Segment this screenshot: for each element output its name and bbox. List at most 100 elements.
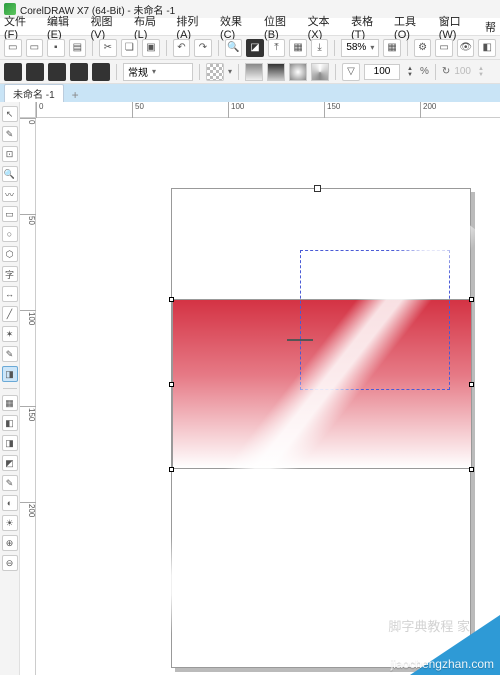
menu-layout[interactable]: 布局(L) (134, 13, 166, 41)
shape-tool[interactable]: ✎ (2, 126, 18, 142)
export-button[interactable]: ⤒ (268, 39, 286, 57)
dimension-tool[interactable]: ↔ (2, 286, 18, 302)
object-handle[interactable] (169, 297, 174, 302)
zoom-value: 58% (346, 42, 366, 53)
dropdown-icon: ▾ (152, 67, 156, 76)
object-handle[interactable] (169, 467, 174, 472)
ruler-tick: 0 (20, 118, 36, 124)
menu-edit[interactable]: 编辑(E) (47, 13, 81, 41)
t5[interactable]: ✎ (2, 475, 18, 491)
ruler-horizontal: 0 50 100 150 200 (36, 102, 500, 118)
view-button[interactable]: 👁 (457, 39, 475, 57)
transparency-bounding-box[interactable] (300, 250, 450, 390)
menu-window[interactable]: 窗口(W) (439, 13, 475, 41)
zoom-combo[interactable]: 58% ▾ (341, 39, 379, 57)
object-handle[interactable] (469, 382, 474, 387)
fill-type-2[interactable] (26, 63, 44, 81)
separator (3, 388, 17, 389)
open-button[interactable]: ▭ (26, 39, 44, 57)
menu-help[interactable]: 帮 (485, 19, 496, 35)
pick-tool[interactable]: ↖ (2, 106, 18, 122)
object-handle[interactable] (469, 297, 474, 302)
dropdown-icon[interactable]: ▾ (228, 67, 232, 76)
separator (407, 40, 408, 56)
gradient-radial[interactable] (289, 63, 307, 81)
import-button[interactable]: ◪ (246, 39, 264, 57)
save-button[interactable]: ▪ (47, 39, 65, 57)
rectangle-tool[interactable]: ▭ (2, 206, 18, 222)
cut-button[interactable]: ✂ (99, 39, 117, 57)
pdf-button[interactable]: ▦ (289, 39, 307, 57)
search-button[interactable]: 🔍 (225, 39, 243, 57)
freehand-tool[interactable]: 〰 (2, 186, 18, 202)
transparency-handle[interactable] (314, 185, 321, 192)
options-button[interactable]: ⚙ (414, 39, 432, 57)
fill-type-1[interactable] (4, 63, 22, 81)
style-value: 常规 (128, 64, 148, 79)
transparency-button[interactable] (206, 63, 224, 81)
snap-button[interactable]: ▦ (383, 39, 401, 57)
menu-text[interactable]: 文本(X) (308, 13, 342, 41)
document-tab[interactable]: 未命名 -1 (4, 84, 64, 102)
fill-type-4[interactable] (70, 63, 88, 81)
stepper[interactable]: ▲▼ (404, 63, 416, 81)
canvas[interactable] (36, 118, 500, 675)
gradient-conic[interactable] (311, 63, 329, 81)
menu-tools[interactable]: 工具(O) (394, 13, 429, 41)
t1[interactable]: ▦ (2, 395, 18, 411)
text-tool[interactable]: 字 (2, 266, 18, 282)
separator (92, 40, 93, 56)
print-button[interactable]: ▤ (69, 39, 87, 57)
gradient-linear2[interactable] (267, 63, 285, 81)
color-button[interactable]: ◧ (478, 39, 496, 57)
separator (166, 40, 167, 56)
watermark-url: jiaochengzhan.com (391, 657, 494, 671)
new-tab-button[interactable]: + (68, 88, 83, 102)
effects-tool[interactable]: ✶ (2, 326, 18, 342)
gradient-linear[interactable] (245, 63, 263, 81)
ruler-tick: 150 (20, 406, 36, 421)
fill-type-3[interactable] (48, 63, 66, 81)
style-combo[interactable]: 常规 ▾ (123, 63, 193, 81)
eyedropper-tool[interactable]: ✎ (2, 346, 18, 362)
page (171, 188, 471, 668)
ellipse-tool[interactable]: ○ (2, 226, 18, 242)
object-handle[interactable] (469, 467, 474, 472)
polygon-tool[interactable]: ⬡ (2, 246, 18, 262)
undo-button[interactable]: ↶ (173, 39, 191, 57)
redo-button[interactable]: ↷ (194, 39, 212, 57)
t4[interactable]: ◩ (2, 455, 18, 471)
t2[interactable]: ◧ (2, 415, 18, 431)
fill-type-5[interactable] (92, 63, 110, 81)
t3[interactable]: ◨ (2, 435, 18, 451)
object-handle[interactable] (169, 382, 174, 387)
t9[interactable]: ⊖ (2, 555, 18, 571)
transparency-slider[interactable] (287, 337, 313, 343)
menu-file[interactable]: 文件(F) (4, 13, 37, 41)
t7[interactable]: ☀ (2, 515, 18, 531)
separator (218, 40, 219, 56)
new-button[interactable]: ▭ (4, 39, 22, 57)
copy-button[interactable]: ❏ (121, 39, 139, 57)
menu-arrange[interactable]: 排列(A) (176, 13, 210, 41)
menu-effects[interactable]: 效果(C) (220, 13, 254, 41)
tab-label: 未命名 -1 (13, 90, 55, 101)
t8[interactable]: ⊕ (2, 535, 18, 551)
zoom-tool[interactable]: 🔍 (2, 166, 18, 182)
ruler-tick: 150 (324, 102, 340, 118)
ruler-tick: 50 (132, 102, 144, 118)
ruler-tick: 100 (228, 102, 244, 118)
paste-button[interactable]: ▣ (142, 39, 160, 57)
t6[interactable]: ◐ (2, 495, 18, 511)
interactive-fill-tool[interactable]: ◨ (2, 366, 18, 382)
crop-tool[interactable]: ⊡ (2, 146, 18, 162)
separator (116, 64, 117, 80)
more-button[interactable]: ⤓ (311, 39, 329, 57)
stepper[interactable]: ▲▼ (475, 63, 487, 81)
menu-bitmap[interactable]: 位图(B) (264, 13, 298, 41)
opacity-input[interactable] (364, 64, 400, 80)
menu-view[interactable]: 视图(V) (90, 13, 124, 41)
launch-button[interactable]: ▭ (435, 39, 453, 57)
menu-table[interactable]: 表格(T) (351, 13, 384, 41)
connector-tool[interactable]: ╱ (2, 306, 18, 322)
